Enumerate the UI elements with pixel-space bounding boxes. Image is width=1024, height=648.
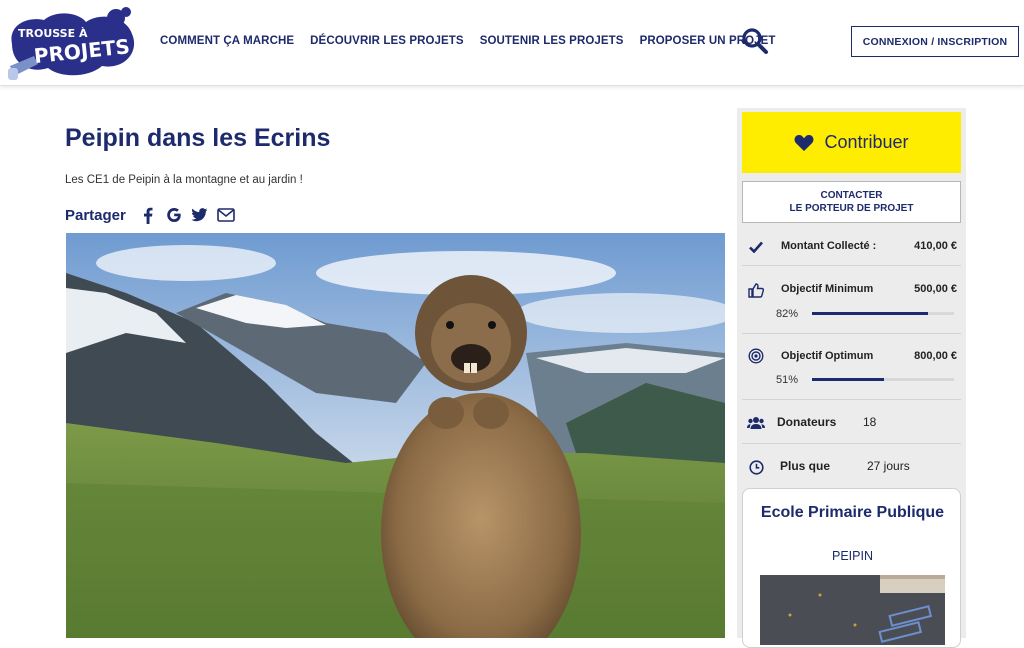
project-title: Peipin dans les Ecrins — [65, 124, 331, 152]
site-header: TROUSSE À PROJETS COMMENT ÇA MARCHE DÉCO… — [0, 0, 1024, 86]
min-value: 500,00 € — [914, 283, 957, 295]
site-logo[interactable]: TROUSSE À PROJETS — [4, 4, 138, 82]
opt-progress-bar — [812, 378, 954, 381]
project-photo — [66, 233, 725, 638]
facebook-icon[interactable] — [139, 206, 157, 224]
google-icon[interactable] — [165, 206, 183, 224]
search-icon[interactable] — [740, 26, 770, 56]
owner-photo — [760, 575, 945, 645]
owner-city: PEIPIN — [832, 549, 873, 563]
opt-label: Objectif Optimum — [781, 350, 874, 362]
owner-name: Ecole Primaire Publique — [760, 504, 945, 521]
donors-label: Donateurs — [777, 415, 837, 429]
share-bar: Partager — [65, 206, 243, 224]
opt-percent: 51% — [776, 374, 799, 386]
target-icon — [747, 347, 765, 365]
stat-min-objective: Objectif Minimum 500,00 € 82% — [742, 267, 961, 334]
nav-discover-projects[interactable]: DÉCOUVRIR LES PROJETS — [310, 35, 464, 47]
opt-progress-fill — [812, 378, 885, 381]
stat-collected: Montant Collecté : 410,00 € — [742, 226, 961, 266]
users-icon — [747, 414, 765, 432]
clock-icon — [747, 458, 765, 476]
stat-time-left: Plus que 27 jours — [742, 444, 961, 484]
mail-icon[interactable] — [217, 206, 235, 224]
min-label: Objectif Minimum — [781, 283, 874, 295]
collected-value: 410,00 € — [914, 240, 957, 252]
logo-text-top: TROUSSE À — [18, 27, 88, 40]
project-subtitle: Les CE1 de Peipin à la montagne et au ja… — [65, 174, 303, 186]
main-nav: COMMENT ÇA MARCHE DÉCOUVRIR LES PROJETS … — [160, 35, 792, 47]
donors-value: 18 — [863, 415, 877, 429]
min-progress-fill — [812, 312, 929, 315]
nav-how-it-works[interactable]: COMMENT ÇA MARCHE — [160, 35, 294, 47]
time-value: 27 jours — [867, 459, 910, 473]
time-label: Plus que — [780, 459, 831, 473]
min-progress-bar — [812, 312, 954, 315]
contribute-button[interactable]: Contribuer — [742, 112, 961, 173]
stat-donors: Donateurs 18 — [742, 400, 961, 444]
min-percent: 82% — [776, 308, 799, 320]
twitter-icon[interactable] — [191, 206, 209, 224]
heart-icon — [795, 134, 814, 151]
contact-line2: LE PORTEUR DE PROJET — [789, 203, 914, 214]
opt-value: 800,00 € — [914, 350, 957, 362]
check-icon — [747, 238, 765, 256]
contact-owner-button[interactable]: CONTACTER LE PORTEUR DE PROJET — [742, 181, 961, 223]
collected-label: Montant Collecté : — [781, 240, 877, 252]
stat-opt-objective: Objectif Optimum 800,00 € 51% — [742, 334, 961, 400]
login-button[interactable]: CONNEXION / INSCRIPTION — [851, 26, 1019, 57]
thumbs-up-icon — [747, 281, 765, 299]
share-label: Partager — [65, 206, 126, 224]
project-owner-card[interactable]: Ecole Primaire Publique PEIPIN — [742, 488, 961, 648]
contact-line1: CONTACTER — [820, 190, 883, 201]
nav-support-projects[interactable]: SOUTENIR LES PROJETS — [480, 35, 624, 47]
contribute-label: Contribuer — [824, 132, 909, 152]
